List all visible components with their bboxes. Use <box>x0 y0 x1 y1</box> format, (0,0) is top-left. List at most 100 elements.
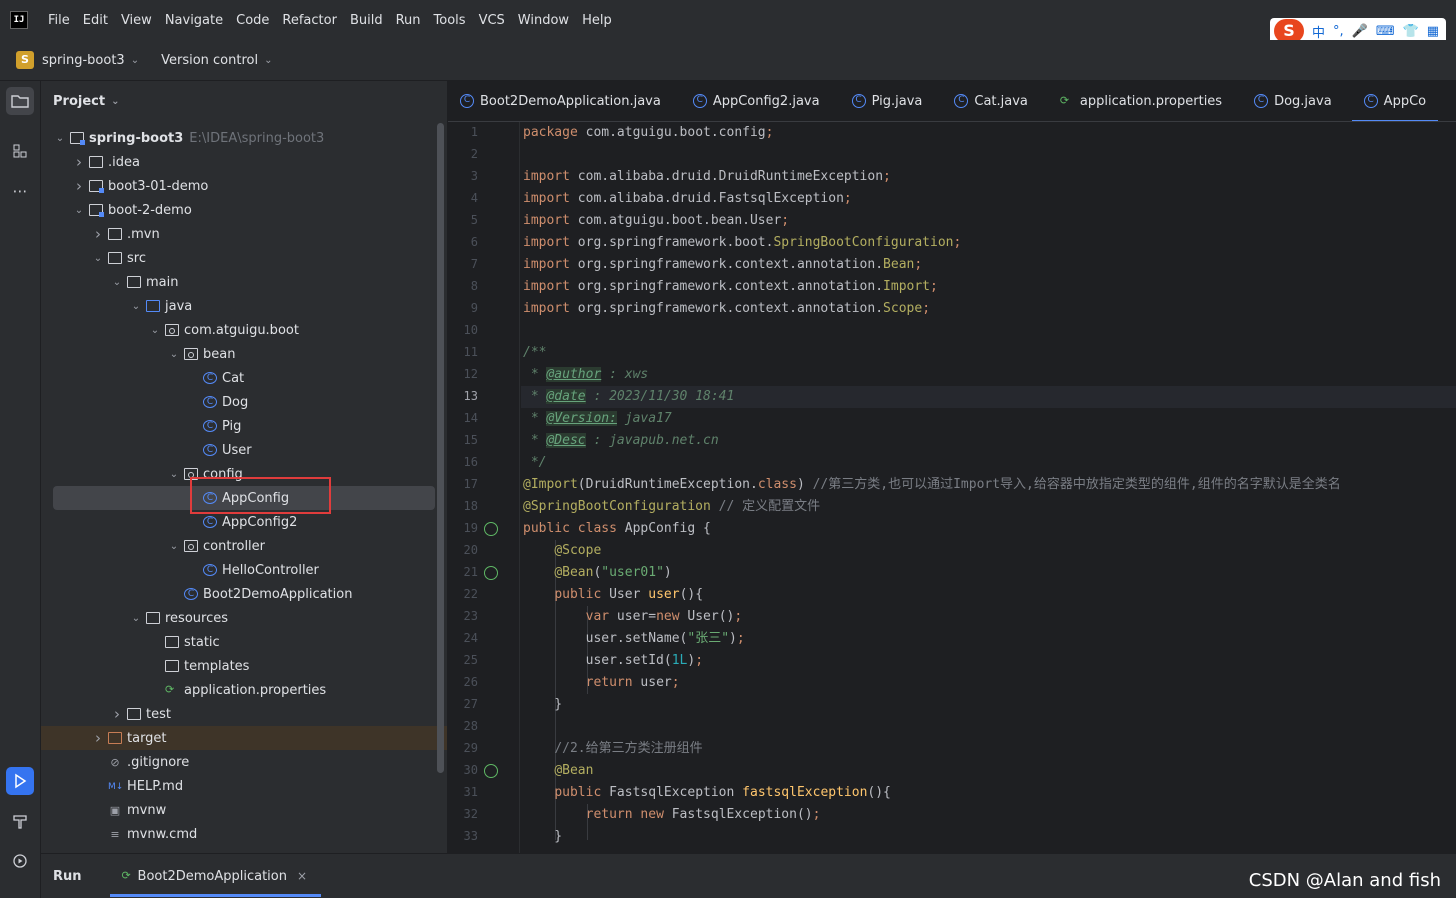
project-folder-icon[interactable] <box>6 87 34 115</box>
chevron-down-icon[interactable]: ⌄ <box>167 349 181 360</box>
tree-item[interactable]: › boot3-01-demo <box>41 174 435 198</box>
chevron-right-icon[interactable]: › <box>72 177 86 195</box>
chevron-down-icon[interactable]: ⌄ <box>53 133 67 144</box>
tree-item[interactable]: ⌄ src <box>41 246 435 270</box>
tree-item[interactable]: ⟳ application.properties <box>41 678 435 702</box>
more-tools-icon[interactable]: ⋯ <box>6 177 34 205</box>
build-hammer-icon[interactable] <box>6 807 34 835</box>
editor-tab[interactable]: C Boot2DemoApplication.java <box>448 81 673 121</box>
watermark: CSDN @Alan and fish <box>1248 870 1441 891</box>
chevron-right-icon[interactable]: › <box>91 225 105 243</box>
editor-tab[interactable]: C AppCo <box>1351 81 1439 121</box>
chevron-right-icon[interactable]: › <box>72 153 86 171</box>
package-icon <box>184 540 198 552</box>
java-class-icon: C <box>1363 94 1378 108</box>
chevron-down-icon[interactable]: ⌄ <box>129 301 143 312</box>
ime-keyboard-icon[interactable]: ⌨ <box>1376 24 1395 39</box>
version-control-menu[interactable]: Version control <box>161 53 258 68</box>
tree-item[interactable]: ⌄ main <box>41 270 435 294</box>
tree-item[interactable]: C User <box>41 438 435 462</box>
structure-icon[interactable] <box>6 137 34 165</box>
menu-run[interactable]: Run <box>396 13 421 28</box>
tree-item[interactable]: static <box>41 630 435 654</box>
chevron-down-icon[interactable]: ⌄ <box>72 205 86 216</box>
chevron-down-icon[interactable]: ⌄ <box>91 253 105 264</box>
chevron-down-icon[interactable]: ⌄ <box>131 55 139 66</box>
menu-edit[interactable]: Edit <box>83 13 108 28</box>
chevron-right-icon[interactable]: › <box>110 705 124 723</box>
project-panel-title[interactable]: Project <box>53 94 105 109</box>
menu-code[interactable]: Code <box>236 13 269 28</box>
menu-vcs[interactable]: VCS <box>479 13 505 28</box>
tree-item[interactable]: › .mvn <box>41 222 435 246</box>
code-line-8: import org.springframework.context.annot… <box>523 279 938 294</box>
project-switcher[interactable]: spring-boot3 <box>42 53 125 68</box>
run-label[interactable]: Run <box>53 869 82 884</box>
tree-item[interactable]: ⌄ java <box>41 294 435 318</box>
tree-item[interactable]: C Dog <box>41 390 435 414</box>
tree-item[interactable]: C Pig <box>41 414 435 438</box>
tree-item[interactable]: ⌄ com.atguigu.boot <box>41 318 435 342</box>
editor-tab[interactable]: ⟳ application.properties <box>1048 81 1234 121</box>
chevron-down-icon[interactable]: ⌄ <box>110 277 124 288</box>
tree-item[interactable]: ⌄ spring-boot3 E:\IDEA\spring-boot3 <box>41 126 435 150</box>
tree-item[interactable]: ⌄ boot-2-demo <box>41 198 435 222</box>
tree-item[interactable]: C HelloController <box>41 558 435 582</box>
spring-bean-gutter-icon[interactable] <box>484 566 498 580</box>
tree-item[interactable]: ≡ mvnw.cmd <box>41 822 435 846</box>
spring-bean-gutter-icon[interactable] <box>484 764 498 778</box>
editor-tab[interactable]: C Pig.java <box>840 81 935 121</box>
ime-punctuation-icon[interactable]: °, <box>1333 24 1344 39</box>
spring-bean-gutter-icon[interactable] <box>484 522 498 536</box>
ime-skin-icon[interactable]: 👕 <box>1403 24 1419 39</box>
intellij-logo-icon[interactable]: IJ <box>10 11 28 29</box>
tree-item[interactable]: › target <box>41 726 435 750</box>
line-number: 32 <box>463 807 478 821</box>
tree-item[interactable]: M↓ HELP.md <box>41 774 435 798</box>
chevron-right-icon[interactable]: › <box>91 729 105 747</box>
properties-file-icon: ⟳ <box>1059 94 1070 107</box>
services-icon[interactable] <box>6 847 34 875</box>
tree-item[interactable]: ⊘ .gitignore <box>41 750 435 774</box>
run-tool-icon[interactable] <box>6 767 34 795</box>
tree-item[interactable]: C Cat <box>41 366 435 390</box>
menu-refactor[interactable]: Refactor <box>282 13 337 28</box>
editor-tab[interactable]: C AppConfig2.java <box>681 81 832 121</box>
tree-item[interactable]: › test <box>41 702 435 726</box>
menu-navigate[interactable]: Navigate <box>165 13 223 28</box>
chevron-down-icon[interactable]: ⌄ <box>167 469 181 480</box>
menu-view[interactable]: View <box>121 13 152 28</box>
chevron-down-icon[interactable]: ⌄ <box>264 55 272 66</box>
tree-item[interactable]: C Boot2DemoApplication <box>41 582 435 606</box>
tree-item[interactable]: ⌄ resources <box>41 606 435 630</box>
menu-build[interactable]: Build <box>350 13 383 28</box>
ime-grid-icon[interactable]: ▦ <box>1427 24 1439 39</box>
tree-item[interactable]: ▣ mvnw <box>41 798 435 822</box>
code-line-4: import com.alibaba.druid.FastsqlExceptio… <box>523 191 852 206</box>
line-number: 11 <box>463 345 478 359</box>
close-icon[interactable]: × <box>297 869 307 883</box>
ime-chinese-mode[interactable]: 中 <box>1312 22 1325 41</box>
editor-tab[interactable]: C Cat.java <box>942 81 1040 121</box>
tree-scrollbar[interactable] <box>437 123 444 773</box>
code-editor[interactable]: package com.atguigu.boot.config; import … <box>521 122 1456 853</box>
chevron-down-icon[interactable]: ⌄ <box>167 541 181 552</box>
spring-run-icon: ⟳ <box>121 869 131 882</box>
line-number: 26 <box>463 675 478 689</box>
menu-tools[interactable]: Tools <box>434 13 466 28</box>
ime-microphone-icon[interactable]: 🎤 <box>1352 24 1368 39</box>
tree-item-label: .gitignore <box>127 754 190 770</box>
tree-item[interactable]: templates <box>41 654 435 678</box>
chevron-down-icon[interactable]: ⌄ <box>111 96 119 107</box>
menu-file[interactable]: File <box>48 13 70 28</box>
run-tab-boot2demo[interactable]: ⟳ Boot2DemoApplication × <box>109 854 321 898</box>
menu-help[interactable]: Help <box>582 13 612 28</box>
menu-window[interactable]: Window <box>518 13 569 28</box>
tree-item[interactable]: ⌄ controller <box>41 534 435 558</box>
chevron-down-icon[interactable]: ⌄ <box>129 613 143 624</box>
project-panel-header[interactable]: Project ⌄ <box>41 81 447 121</box>
tree-item[interactable]: ⌄ bean <box>41 342 435 366</box>
tree-item[interactable]: › .idea <box>41 150 435 174</box>
chevron-down-icon[interactable]: ⌄ <box>148 325 162 336</box>
editor-tab[interactable]: C Dog.java <box>1242 81 1344 121</box>
